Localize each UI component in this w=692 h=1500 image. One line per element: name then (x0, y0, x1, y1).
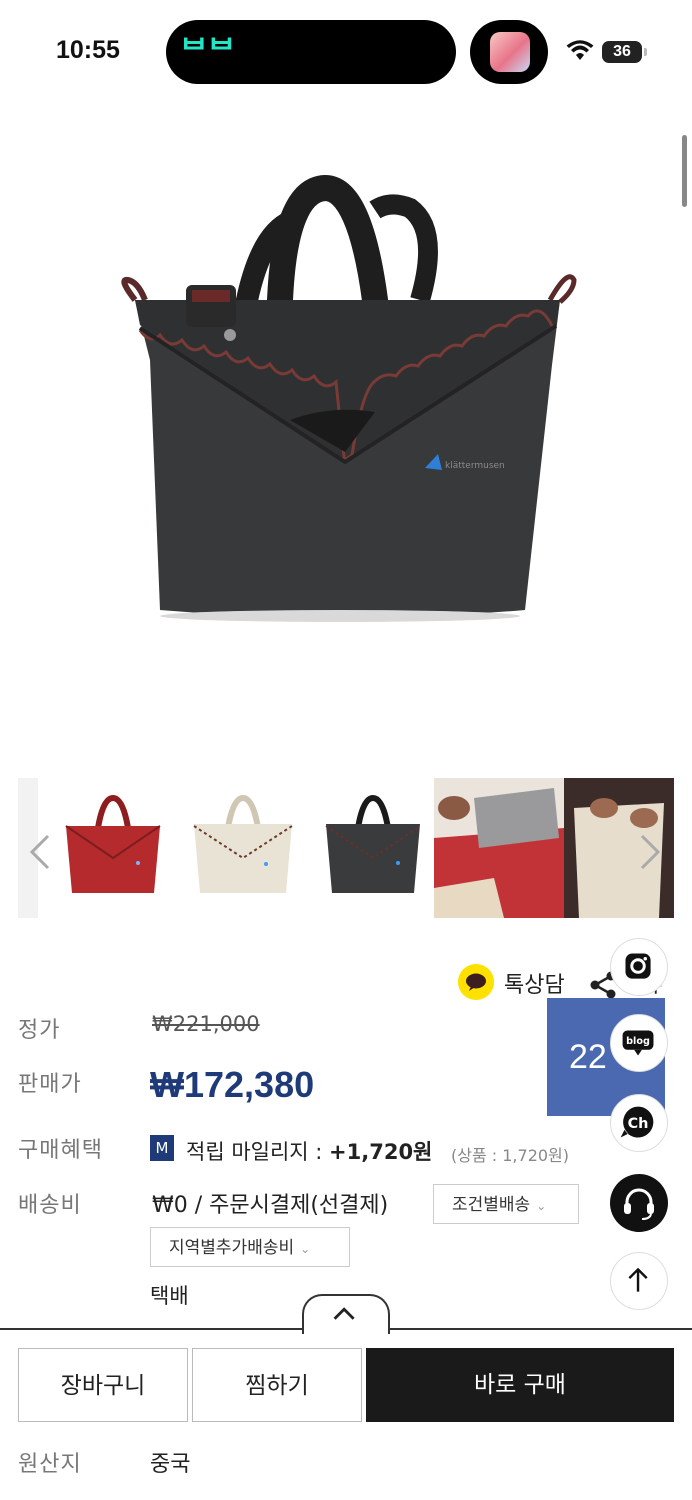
wishlist-button[interactable]: 찜하기 (192, 1348, 362, 1422)
blog-label: blog (626, 1036, 650, 1047)
instagram-icon (625, 953, 651, 979)
sale-price: ₩172,380 (150, 1064, 315, 1105)
battery-indicator: 36 (602, 41, 642, 63)
status-bar: 10:55 ᄇᄇ 36 (0, 0, 692, 100)
collapse-toggle[interactable] (302, 1294, 390, 1334)
channel-label: Ch (628, 1116, 649, 1132)
wifi-icon (566, 40, 594, 60)
mileage-value: +1,720원 (329, 1140, 433, 1164)
regional-shipping-dropdown[interactable]: 지역별추가배송비 ⌄ (150, 1227, 350, 1267)
media-thumbnail (490, 32, 530, 72)
scroll-indicator (682, 135, 687, 207)
scroll-top-button[interactable] (610, 1252, 668, 1310)
arrow-up-icon (628, 1267, 648, 1292)
thumbnail-red[interactable] (48, 778, 178, 918)
benefit-label: 구매혜택 (18, 1138, 103, 1163)
shipping-method: 택배 (150, 1284, 189, 1308)
thumbnail-black[interactable] (308, 778, 438, 918)
regional-shipping-label: 지역별추가배송비 (169, 1238, 295, 1258)
chevron-left-icon[interactable] (26, 832, 56, 872)
chevron-down-icon: ⌄ (300, 1242, 311, 1256)
shipping-condition-label: 조건별배송 (452, 1195, 531, 1215)
product-main-image[interactable]: klättermusen (90, 150, 600, 650)
shipping-condition-dropdown[interactable]: 조건별배송 ⌄ (433, 1184, 579, 1224)
origin-value: 중국 (150, 1452, 191, 1477)
dynamic-island: ᄇᄇ (166, 20, 456, 84)
buy-now-button[interactable]: 바로 구매 (366, 1348, 674, 1422)
list-price-label: 정가 (18, 1018, 61, 1043)
thumbnail-lifestyle-1[interactable] (434, 778, 564, 918)
list-price: ₩221,000 (152, 1012, 260, 1036)
channel-talk-button[interactable]: Ch (610, 1094, 668, 1152)
clock: 10:55 (56, 36, 120, 64)
app-activity-icon: ᄇᄇ (180, 35, 236, 68)
origin-label: 원산지 (18, 1452, 82, 1477)
battery-tip (644, 48, 647, 56)
customer-service-button[interactable] (610, 1174, 668, 1232)
blog-button[interactable]: blog (610, 1014, 668, 1072)
kakaotalk-icon[interactable] (458, 964, 494, 1000)
mileage-breakdown: (상품 : 1,720원) (451, 1146, 570, 1165)
channel-talk-icon: Ch (620, 1106, 654, 1138)
kakao-chat-label[interactable]: 톡상담 (504, 967, 565, 999)
instagram-button[interactable] (610, 938, 668, 996)
mileage-text: 적립 마일리지 : (186, 1140, 330, 1164)
shipping-label: 배송비 (18, 1193, 82, 1218)
shipping-fee: ₩0 / 주문시결제(선결제) (152, 1193, 389, 1218)
blog-icon: blog (622, 1030, 654, 1056)
headset-icon (624, 1188, 654, 1220)
add-to-cart-button[interactable]: 장바구니 (18, 1348, 188, 1422)
thumbnail-strip (18, 778, 674, 918)
thumbnail-cream[interactable] (178, 778, 308, 918)
mileage-info: 적립 마일리지 : +1,720원 (186, 1136, 432, 1166)
chevron-up-icon (333, 1307, 355, 1320)
svg-text:klättermusen: klättermusen (445, 461, 505, 471)
dynamic-island-media (470, 20, 548, 84)
sale-price-label: 판매가 (18, 1072, 82, 1097)
mileage-icon: M (150, 1135, 174, 1161)
chevron-right-icon[interactable] (634, 832, 664, 872)
chevron-down-icon: ⌄ (536, 1199, 547, 1213)
